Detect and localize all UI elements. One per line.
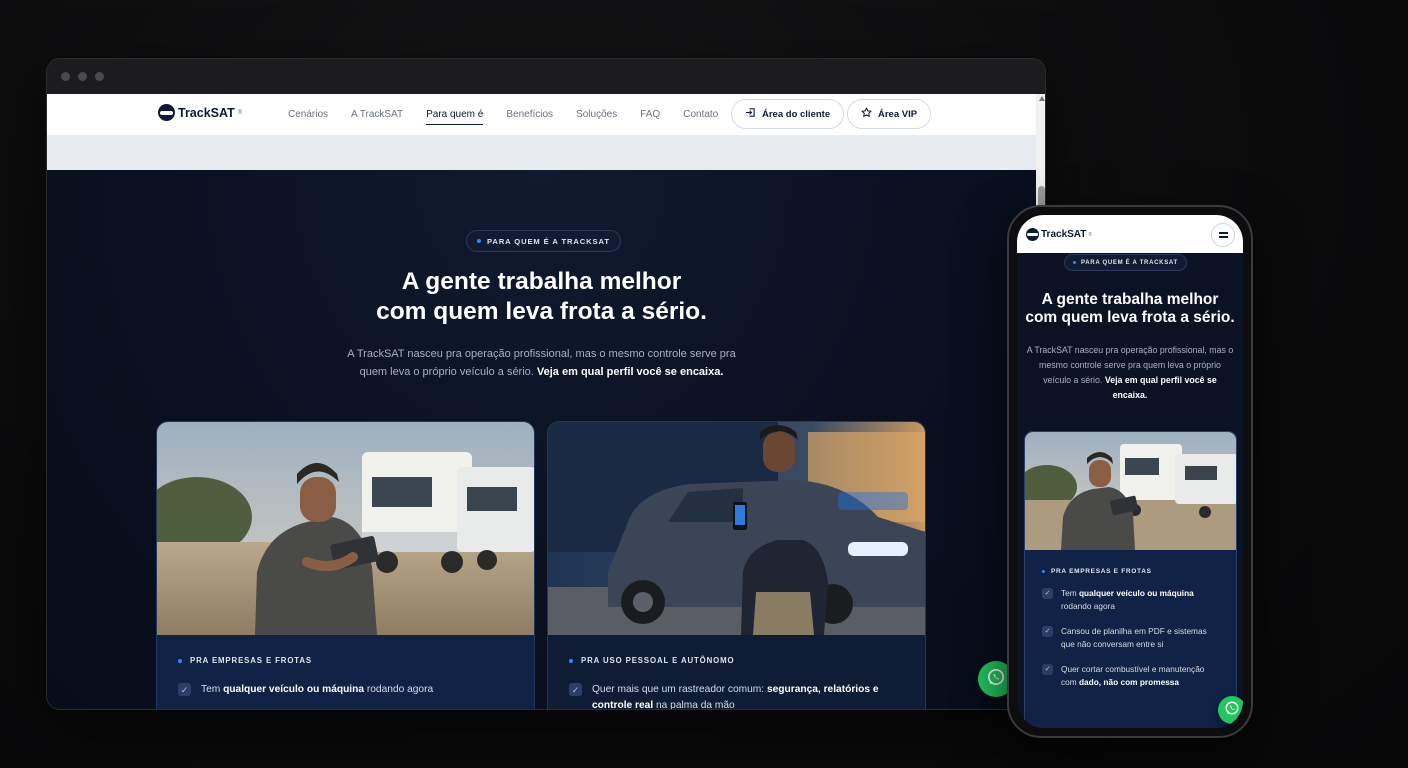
tag-dot-icon <box>178 658 182 663</box>
card-empresas-item-text: Tem qualquer veículo ou máquina rodando … <box>201 684 434 695</box>
scroll-up-arrow-icon[interactable] <box>1039 96 1045 101</box>
pill-dot-icon <box>1073 261 1076 264</box>
nav-link-faq[interactable]: FAQ <box>640 94 660 135</box>
window-dot-minimize[interactable] <box>78 72 87 81</box>
card-empresas-frotas: PRA EMPRESAS E FROTAS ✓ Tem qualquer veí… <box>156 421 535 709</box>
login-icon <box>745 107 756 121</box>
mobile-whatsapp-floating-button[interactable] <box>1218 696 1243 724</box>
previous-section-edge <box>47 135 1036 170</box>
card-uso-pessoal: PRA USO PESSOAL E AUTÔNOMO ✓ Quer mais q… <box>547 421 926 710</box>
pill-dot-icon <box>477 239 481 243</box>
card-pessoal-item: ✓ Quer mais que um rastreador comum: seg… <box>569 682 904 710</box>
mobile-item-text: Cansou de planilha em PDF e sistemas que… <box>1061 626 1207 649</box>
nav-link-para-quem-e[interactable]: Para quem é <box>426 94 484 135</box>
desktop-browser-mockup: TrackSAT ® Cenários A TrackSAT Para quem … <box>46 58 1046 710</box>
mobile-card-empresas-body: PRA EMPRESAS E FROTAS ✓ Tem qualquer veí… <box>1025 550 1236 689</box>
check-icon: ✓ <box>569 683 582 696</box>
mobile-headline-line-1: A gente trabalha melhor <box>1041 291 1219 308</box>
section-eyebrow-text: PARA QUEM É A TRACKSAT <box>487 236 610 246</box>
mobile-item-text: Tem qualquer veículo ou máquina rodando … <box>1061 588 1194 611</box>
mobile-card-empresas-tag-text: PRA EMPRESAS E FROTAS <box>1051 568 1152 575</box>
mobile-subtitle-bold: Veja em qual perfil você se encaixa. <box>1104 375 1217 400</box>
star-icon <box>861 107 872 121</box>
brand-logo[interactable]: TrackSAT ® <box>158 104 242 121</box>
tracksat-logo-icon <box>158 104 175 121</box>
brand-name: TrackSAT <box>178 105 235 120</box>
section-eyebrow-pill: PARA QUEM É A TRACKSAT <box>466 230 621 252</box>
card-pessoal-body: PRA USO PESSOAL E AUTÔNOMO ✓ Quer mais q… <box>548 635 925 710</box>
card-empresas-item: ✓ Tem qualquer veículo ou máquina rodand… <box>178 682 513 698</box>
mobile-brand-logo[interactable]: TrackSAT ® <box>1026 228 1092 241</box>
mobile-section-eyebrow-text: PARA QUEM É A TRACKSAT <box>1081 259 1178 266</box>
nav-link-solucoes[interactable]: Soluções <box>576 94 617 135</box>
mobile-card-empresas-item: ✓ Tem qualquer veículo ou máquina rodand… <box>1042 587 1221 613</box>
check-icon: ✓ <box>178 683 191 696</box>
nav-links: Cenários A TrackSAT Para quem é Benefíci… <box>288 94 741 135</box>
mobile-section-headline: A gente trabalha melhor com quem leva fr… <box>1017 291 1243 327</box>
mobile-navbar: TrackSAT ® <box>1017 215 1243 253</box>
section-subtitle: A TrackSAT nasceu pra operação profissio… <box>47 345 1036 381</box>
brand-registered-mark: ® <box>237 109 243 116</box>
mobile-card-empresas-item: ✓ Cansou de planilha em PDF e sistemas q… <box>1042 625 1221 651</box>
mobile-viewport: TrackSAT ® PARA QUEM É A TRACKSAT A gente… <box>1017 215 1243 728</box>
mobile-card-empresas-frotas: PRA EMPRESAS E FROTAS ✓ Tem qualquer veí… <box>1024 431 1237 728</box>
nav-link-contato[interactable]: Contato <box>683 94 718 135</box>
nav-link-a-tracksat[interactable]: A TrackSAT <box>351 94 403 135</box>
desktop-viewport: TrackSAT ® Cenários A TrackSAT Para quem … <box>47 94 1045 710</box>
client-area-button[interactable]: Área do cliente <box>731 99 845 129</box>
fleet-manager-photo <box>157 422 534 635</box>
mobile-item-text: Quer cortar combustível e manutenção com… <box>1061 664 1205 687</box>
mobile-section-subtitle: A TrackSAT nasceu pra operação profissio… <box>1025 343 1235 403</box>
card-empresas-body: PRA EMPRESAS E FROTAS ✓ Tem qualquer veí… <box>157 635 534 709</box>
whatsapp-icon <box>986 667 1006 692</box>
mobile-headline-line-2: com quem leva frota a sério. <box>1025 309 1235 326</box>
mobile-brand-name: TrackSAT <box>1041 229 1087 240</box>
section-headline: A gente trabalha melhor com quem leva fr… <box>47 267 1036 327</box>
hamburger-menu-icon[interactable] <box>1211 223 1235 247</box>
card-empresas-tag: PRA EMPRESAS E FROTAS <box>178 656 513 665</box>
card-pessoal-tag-text: PRA USO PESSOAL E AUTÔNOMO <box>581 656 735 665</box>
tag-dot-icon <box>569 658 573 663</box>
card-pessoal-tag: PRA USO PESSOAL E AUTÔNOMO <box>569 656 904 665</box>
mobile-fleet-manager-photo <box>1025 432 1236 550</box>
mobile-brand-registered-mark: ® <box>1088 231 1093 238</box>
audience-section: PARA QUEM É A TRACKSAT A gente trabalha … <box>47 170 1036 710</box>
subtitle-line-1: A TrackSAT nasceu pra operação profissio… <box>347 348 736 360</box>
mobile-card-empresas-tag: PRA EMPRESAS E FROTAS <box>1042 568 1221 575</box>
window-dot-close[interactable] <box>61 72 70 81</box>
tracksat-logo-icon <box>1026 228 1039 241</box>
whatsapp-icon <box>1224 700 1240 721</box>
nav-link-beneficios[interactable]: Benefícios <box>506 94 553 135</box>
nav-link-cenarios[interactable]: Cenários <box>288 94 328 135</box>
vip-area-button[interactable]: Área VIP <box>847 99 932 129</box>
card-pessoal-item-text: Quer mais que um rastreador comum: segur… <box>592 684 879 710</box>
mobile-phone-mockup: TrackSAT ® PARA QUEM É A TRACKSAT A gente… <box>1007 205 1253 738</box>
check-icon: ✓ <box>1042 588 1053 599</box>
showcase-stage: TrackSAT ® Cenários A TrackSAT Para quem … <box>0 0 1408 768</box>
browser-titlebar <box>47 59 1045 94</box>
tag-dot-icon <box>1042 570 1045 573</box>
vip-area-label: Área VIP <box>878 108 918 120</box>
card-empresas-tag-text: PRA EMPRESAS E FROTAS <box>190 656 313 665</box>
pickup-owner-photo <box>548 422 925 635</box>
mobile-card-empresas-item: ✓ Quer cortar combustível e manutenção c… <box>1042 663 1221 689</box>
window-dot-maximize[interactable] <box>95 72 104 81</box>
site-navbar: TrackSAT ® Cenários A TrackSAT Para quem … <box>47 94 1036 135</box>
headline-line-1: A gente trabalha melhor <box>401 268 682 295</box>
headline-line-2: com quem leva frota a sério. <box>376 298 707 325</box>
subtitle-line-2: quem leva o próprio veículo a sério. <box>359 366 534 378</box>
check-icon: ✓ <box>1042 626 1053 637</box>
mobile-section-eyebrow-pill: PARA QUEM É A TRACKSAT <box>1064 254 1187 271</box>
client-area-label: Área do cliente <box>762 108 831 120</box>
subtitle-bold: Veja em qual perfil você se encaixa. <box>536 366 724 378</box>
check-icon: ✓ <box>1042 664 1053 675</box>
